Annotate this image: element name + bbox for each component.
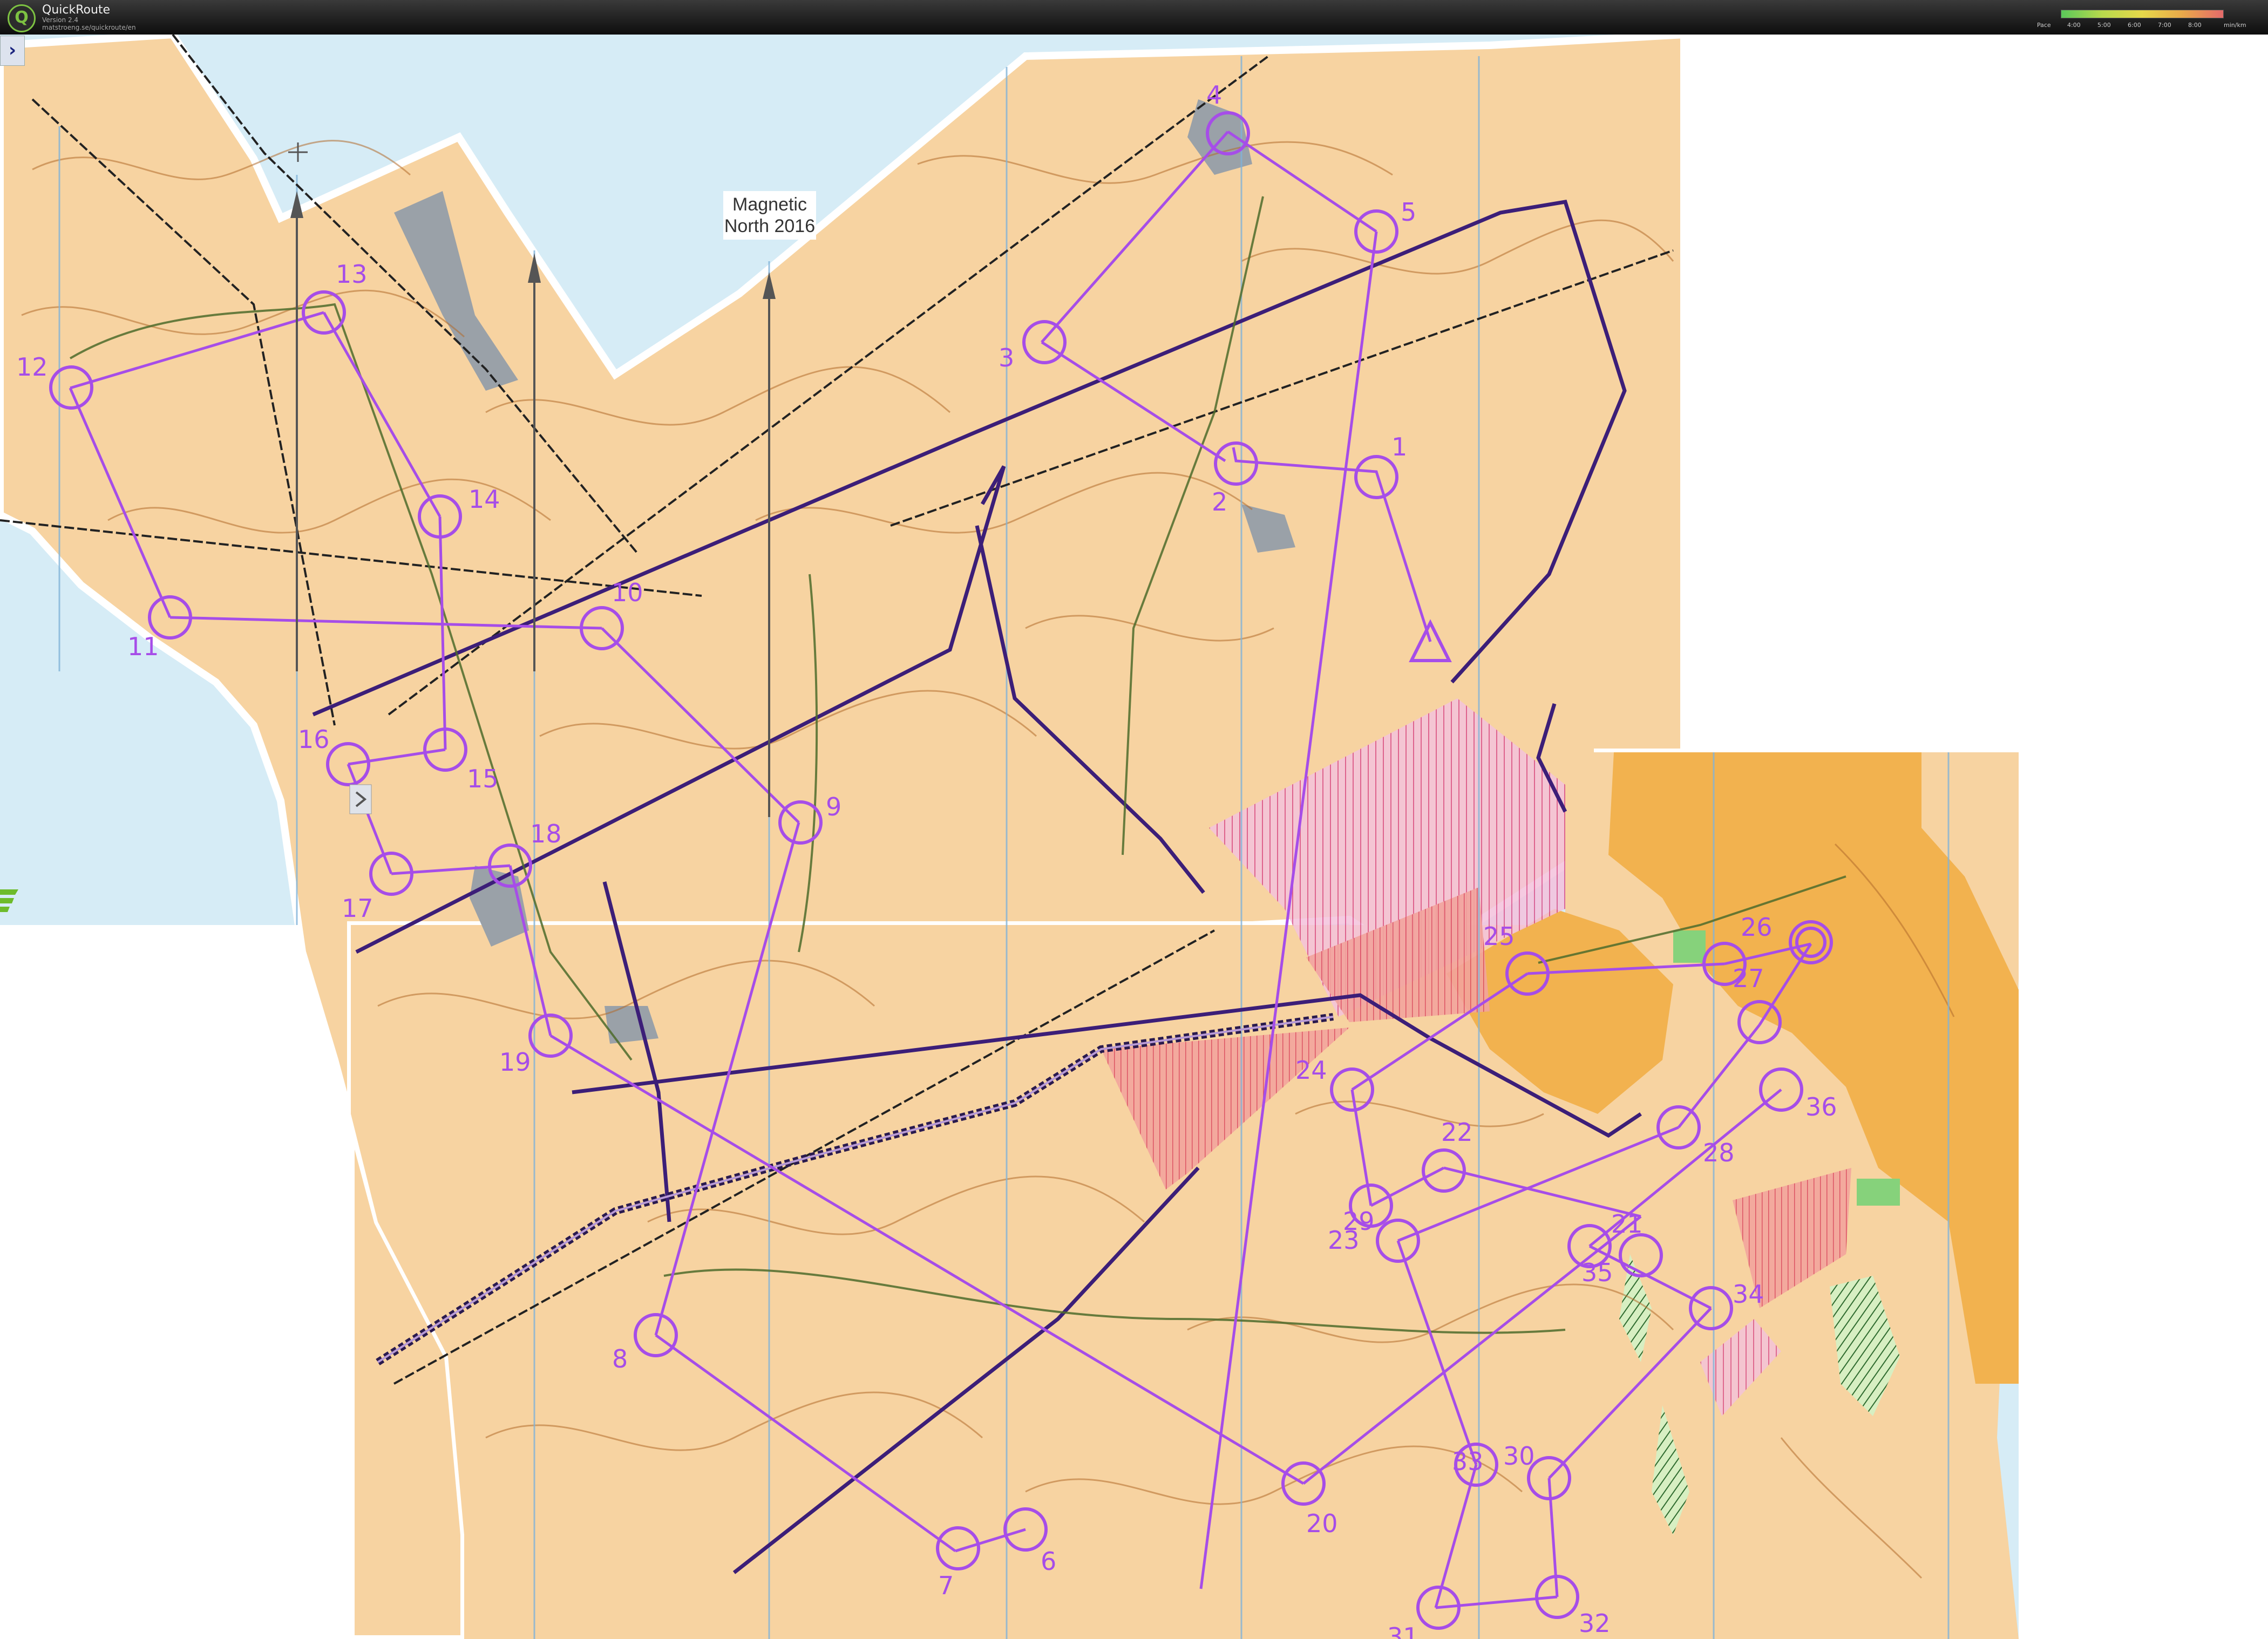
control-35-label: 35 (1581, 1258, 1613, 1287)
control-26-label: 26 (1741, 913, 1773, 942)
control-3-label: 3 (999, 343, 1014, 372)
pace-tick: 7:00 (2158, 22, 2171, 29)
control-10-label: 10 (612, 578, 643, 607)
pace-tick: 5:00 (2097, 22, 2111, 29)
app-version: Version 2.4 (42, 16, 79, 24)
control-19-label: 19 (499, 1048, 531, 1077)
control-22-label: 22 (1441, 1118, 1473, 1147)
control-31-label: 31 (1387, 1622, 1419, 1639)
control-21-label: 21 (1611, 1209, 1643, 1239)
green-field (1857, 1179, 1900, 1206)
control-16-label: 16 (298, 725, 330, 754)
control-33-label: 33 (1452, 1447, 1484, 1476)
map-margin (1684, 35, 2268, 752)
pace-tick: 8:00 (2188, 22, 2202, 29)
sidebar-toggle-button[interactable]: › (0, 36, 25, 66)
control-15-label: 15 (467, 764, 499, 793)
control-32-label: 32 (1579, 1609, 1611, 1638)
control-11-label: 11 (127, 632, 159, 661)
control-36-label: 36 (1805, 1092, 1837, 1121)
pace-label: Pace (2037, 22, 2051, 29)
control-12-label: 12 (16, 352, 48, 382)
control-2-label: 2 (1212, 487, 1227, 516)
green-mark-icon (0, 889, 18, 912)
control-28-label: 28 (1703, 1138, 1735, 1167)
control-30-label: 30 (1503, 1441, 1535, 1471)
control-8-label: 8 (612, 1344, 628, 1373)
app-url: matstroeng.se/quickroute/en (42, 24, 136, 31)
control-5-label: 5 (1401, 198, 1416, 227)
control-14-label: 14 (468, 485, 500, 514)
control-34-label: 34 (1733, 1280, 1764, 1309)
control-25-label: 25 (1483, 922, 1515, 951)
control-6-label: 6 (1041, 1547, 1056, 1576)
north-label-line1: Magnetic (732, 194, 807, 215)
pace-tick: 4:00 (2067, 22, 2081, 29)
quickroute-logo-icon: Q (8, 4, 36, 32)
map-panel-handle[interactable] (349, 784, 372, 814)
north-label-line2: North 2016 (724, 216, 815, 236)
control-24-label: 24 (1295, 1056, 1327, 1085)
control-4-label: 4 (1206, 80, 1222, 110)
control-13-label: 13 (336, 260, 368, 289)
control-29-label: 29 (1343, 1207, 1375, 1236)
pace-color-bar (2061, 10, 2224, 18)
pace-legend: Pace 4:00 5:00 6:00 7:00 8:00 min/km (2029, 9, 2256, 30)
control-20-label: 20 (1306, 1509, 1338, 1538)
orienteering-map[interactable]: 1 2 3 4 5 6 7 8 9 10 11 12 13 14 15 16 1… (0, 35, 2268, 1639)
control-17-label: 17 (342, 894, 374, 923)
pace-unit: min/km (2224, 22, 2246, 29)
pace-tick: 6:00 (2128, 22, 2141, 29)
control-1-label: 1 (1391, 432, 1407, 461)
control-9-label: 9 (826, 792, 841, 821)
app-title: QuickRoute (42, 3, 111, 17)
map-margin (0, 925, 351, 1639)
map-margin (2019, 752, 2268, 1639)
control-27-label: 27 (1733, 964, 1764, 993)
title-bar: Q QuickRoute Version 2.4 matstroeng.se/q… (0, 0, 2268, 35)
control-7-label: 7 (938, 1571, 954, 1600)
control-18-label: 18 (530, 819, 562, 848)
green-field (1673, 930, 1706, 963)
